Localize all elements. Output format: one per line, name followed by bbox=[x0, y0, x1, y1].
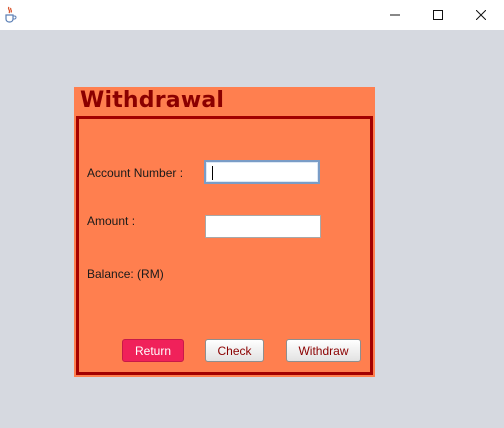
account-number-field[interactable] bbox=[204, 160, 320, 184]
text-caret bbox=[212, 166, 213, 180]
close-button[interactable] bbox=[458, 0, 504, 30]
withdraw-button[interactable]: Withdraw bbox=[286, 339, 361, 362]
window-titlebar bbox=[0, 0, 504, 30]
account-number-label: Account Number : bbox=[87, 166, 184, 180]
check-button[interactable]: Check bbox=[205, 339, 264, 362]
amount-field[interactable] bbox=[205, 215, 321, 238]
panel-title: Withdrawal bbox=[80, 88, 225, 113]
withdrawal-panel: Withdrawal Account Number : Amount : Bal… bbox=[74, 87, 375, 377]
java-cup-icon bbox=[5, 6, 17, 23]
balance-label: Balance: (RM) bbox=[87, 267, 164, 281]
maximize-button[interactable] bbox=[415, 0, 461, 30]
minimize-button[interactable] bbox=[372, 0, 418, 30]
form-area: Account Number : Amount : Balance: (RM) … bbox=[76, 116, 373, 375]
amount-label: Amount : bbox=[87, 214, 136, 228]
return-button[interactable]: Return bbox=[122, 339, 184, 362]
